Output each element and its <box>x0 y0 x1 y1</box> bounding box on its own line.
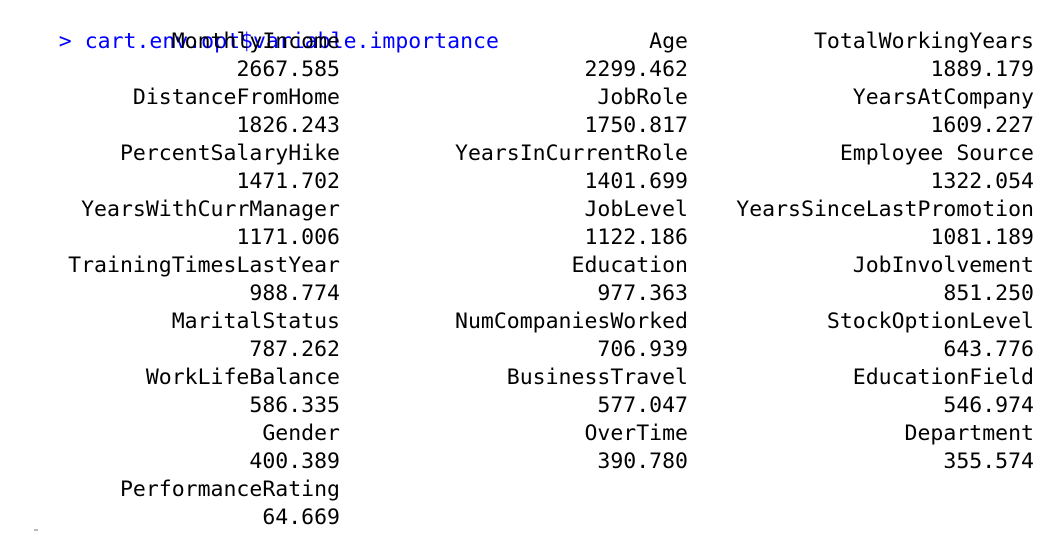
variable-name: NumCompaniesWorked <box>455 309 688 334</box>
importance-value: 390.780 <box>597 449 688 474</box>
variable-name: PercentSalaryHike <box>119 141 340 166</box>
importance-value: 1081.189 <box>930 225 1034 250</box>
variable-name: EducationField <box>852 365 1034 390</box>
importance-value: 1401.699 <box>584 169 688 194</box>
importance-value: 586.335 <box>249 393 340 418</box>
variable-name: WorkLifeBalance <box>145 365 340 390</box>
variable-name: YearsSinceLastPromotion <box>736 197 1034 222</box>
variable-name: TotalWorkingYears <box>813 29 1034 54</box>
importance-value: 1122.186 <box>584 225 688 250</box>
variable-name: BusinessTravel <box>506 365 688 390</box>
importance-value: 706.939 <box>597 337 688 362</box>
variable-name: PerformanceRating <box>119 477 340 502</box>
variable-name: YearsInCurrentRole <box>455 141 688 166</box>
variable-name: TrainingTimesLastYear <box>68 253 340 278</box>
variable-name: MaritalStatus <box>171 309 340 334</box>
variable-name: YearsAtCompany <box>852 85 1034 110</box>
variable-name: Education <box>571 253 689 278</box>
r-console[interactable]: > cart.env.opt$variable.importance Month… <box>0 0 1050 534</box>
cursor-icon <box>34 529 38 531</box>
importance-value: 787.262 <box>249 337 340 362</box>
variable-name: StockOptionLevel <box>826 309 1034 334</box>
importance-value: 355.574 <box>943 449 1034 474</box>
importance-value: 546.974 <box>943 393 1034 418</box>
variable-name: Age <box>649 29 688 54</box>
variable-name: OverTime <box>584 421 688 446</box>
variable-name: MonthlyIncome <box>171 29 340 54</box>
importance-value: 977.363 <box>597 281 688 306</box>
importance-value: 643.776 <box>943 337 1034 362</box>
variable-name: Gender <box>262 421 340 446</box>
variable-name: JobRole <box>597 85 688 110</box>
variable-name: Employee Source <box>839 141 1034 166</box>
importance-value: 400.389 <box>249 449 340 474</box>
variable-name: Department <box>904 421 1034 446</box>
importance-value: 1171.006 <box>236 225 340 250</box>
importance-value: 988.774 <box>249 281 340 306</box>
variable-name: JobInvolvement <box>852 253 1034 278</box>
importance-value: 1322.054 <box>930 169 1034 194</box>
importance-value: 1609.227 <box>930 113 1034 138</box>
importance-value: 1750.817 <box>584 113 688 138</box>
importance-value: 851.250 <box>943 281 1034 306</box>
importance-value: 64.669 <box>262 505 340 530</box>
importance-value: 2299.462 <box>584 57 688 82</box>
console-command-line: > cart.env.opt$variable.importance <box>7 0 499 54</box>
variable-name: JobLevel <box>584 197 688 222</box>
importance-value: 2667.585 <box>236 57 340 82</box>
importance-value: 1826.243 <box>236 113 340 138</box>
importance-value: 1889.179 <box>930 57 1034 82</box>
importance-value: 1471.702 <box>236 169 340 194</box>
importance-value: 577.047 <box>597 393 688 418</box>
variable-name: YearsWithCurrManager <box>81 197 340 222</box>
variable-name: DistanceFromHome <box>132 85 340 110</box>
